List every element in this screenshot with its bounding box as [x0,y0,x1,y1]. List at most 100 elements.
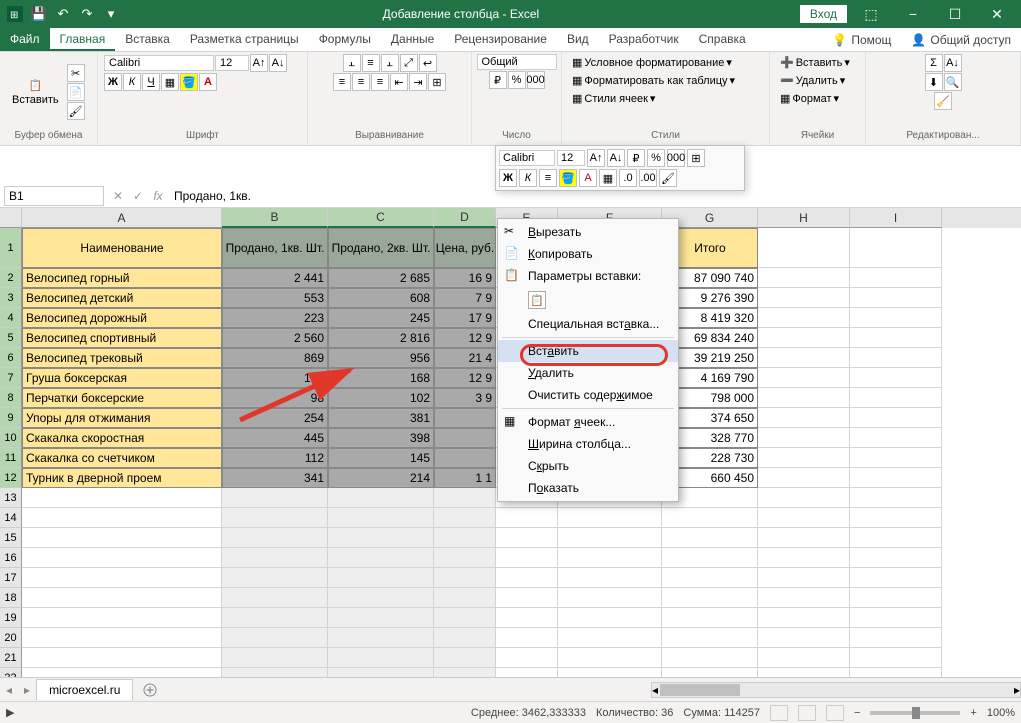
ctx-col-width[interactable]: Ширина столбца... [498,433,678,455]
wrap-text-icon[interactable]: ↩ [419,54,437,72]
row-header[interactable]: 19 [0,608,22,628]
cell[interactable] [328,568,434,588]
bold-button[interactable]: Ж [104,73,122,91]
ctx-delete[interactable]: Удалить [498,362,678,384]
italic-button[interactable]: К [123,73,141,91]
cell[interactable] [850,528,942,548]
cell[interactable]: 254 [222,408,328,428]
cell[interactable]: 445 [222,428,328,448]
align-top-icon[interactable]: ⫠ [343,54,361,72]
tab-help[interactable]: Справка [689,28,756,51]
cell[interactable] [662,608,758,628]
sheet-nav-prev[interactable]: ◂ [0,683,18,697]
align-center-icon[interactable]: ≡ [352,73,370,91]
cell[interactable] [758,568,850,588]
clear-icon[interactable]: 🧹 [934,92,952,110]
decrease-indent-icon[interactable]: ⇤ [390,73,408,91]
ribbon-format-button[interactable]: ▦ Формат ▾ [776,90,859,107]
ribbon-options-icon[interactable]: ⬚ [851,2,891,26]
tab-review[interactable]: Рецензирование [444,28,557,51]
redo-button[interactable]: ↷ [76,3,98,25]
mini-decrease-font-icon[interactable]: A↓ [607,149,625,167]
cell[interactable] [558,508,662,528]
sheet-tab[interactable]: microexcel.ru [36,679,133,700]
cell[interactable]: 21 4 [434,348,496,368]
cell[interactable] [558,528,662,548]
cell[interactable]: 12 9 [434,328,496,348]
cell[interactable] [758,288,850,308]
cell[interactable]: Цена, руб. [434,228,496,268]
column-header-A[interactable]: A [22,208,222,228]
mini-increase-font-icon[interactable]: A↑ [587,149,605,167]
cell[interactable] [850,648,942,668]
cell[interactable] [758,468,850,488]
mini-percent-icon[interactable]: % [647,149,665,167]
mini-align-icon[interactable]: ≡ [539,169,557,187]
minimize-button[interactable]: − [893,2,933,26]
conditional-formatting-button[interactable]: ▦ Условное форматирование ▾ [568,54,763,71]
cell[interactable] [758,528,850,548]
row-header[interactable]: 10 [0,428,22,448]
cell[interactable] [328,488,434,508]
mini-italic-button[interactable]: К [519,169,537,187]
row-header[interactable]: 3 [0,288,22,308]
cell[interactable] [758,368,850,388]
mini-bold-button[interactable]: Ж [499,169,517,187]
row-header[interactable]: 14 [0,508,22,528]
cell[interactable] [496,588,558,608]
sort-icon[interactable]: A↓ [944,54,962,72]
qat-customize[interactable]: ▾ [100,3,122,25]
tab-insert[interactable]: Вставка [115,28,180,51]
cell[interactable] [758,328,850,348]
tab-file[interactable]: Файл [0,28,50,51]
cell[interactable]: 956 [328,348,434,368]
cell[interactable]: Скакалка со счетчиком [22,448,222,468]
cell[interactable]: 381 [328,408,434,428]
cell[interactable] [758,608,850,628]
cell[interactable] [328,648,434,668]
ctx-copy[interactable]: 📄Копировать [498,243,678,265]
ctx-insert[interactable]: Вставить [498,340,678,362]
cell[interactable]: 12 9 [434,368,496,388]
ctx-hide[interactable]: Скрыть [498,455,678,477]
cell[interactable] [558,588,662,608]
cell[interactable] [850,368,942,388]
column-header-I[interactable]: I [850,208,942,228]
cut-icon[interactable]: ✂ [67,64,85,82]
cell[interactable] [434,648,496,668]
cell[interactable]: Турник в дверной проем [22,468,222,488]
cell[interactable] [758,228,850,268]
ctx-paste-default[interactable]: 📋 [498,287,678,313]
cell[interactable] [662,528,758,548]
cell[interactable] [758,548,850,568]
zoom-in-button[interactable]: + [970,707,976,719]
percent-icon[interactable]: % [508,71,526,89]
cell[interactable] [434,508,496,528]
row-header[interactable]: 8 [0,388,22,408]
row-header[interactable]: 20 [0,628,22,648]
cell[interactable]: 2 685 [328,268,434,288]
font-name-select[interactable] [104,55,214,71]
sheet-nav-next[interactable]: ▸ [18,683,36,697]
save-button[interactable]: 💾 [28,3,50,25]
cell[interactable] [662,568,758,588]
format-painter-icon[interactable]: 🖌 [67,102,85,120]
cell[interactable] [758,268,850,288]
cell[interactable] [22,628,222,648]
cell[interactable]: 145 [328,448,434,468]
row-header[interactable]: 2 [0,268,22,288]
font-size-select[interactable] [215,55,249,71]
cell[interactable] [328,548,434,568]
cell[interactable] [558,608,662,628]
close-button[interactable]: ✕ [977,2,1017,26]
cell[interactable] [558,628,662,648]
cell[interactable] [434,528,496,548]
cell[interactable] [222,568,328,588]
cell[interactable] [222,648,328,668]
undo-button[interactable]: ↶ [52,3,74,25]
cell[interactable] [758,508,850,528]
share-button[interactable]: 👤 Общий доступ [901,28,1021,51]
cell[interactable] [850,308,942,328]
excel-icon[interactable]: ⊞ [4,3,26,25]
cell[interactable]: Велосипед дорожный [22,308,222,328]
